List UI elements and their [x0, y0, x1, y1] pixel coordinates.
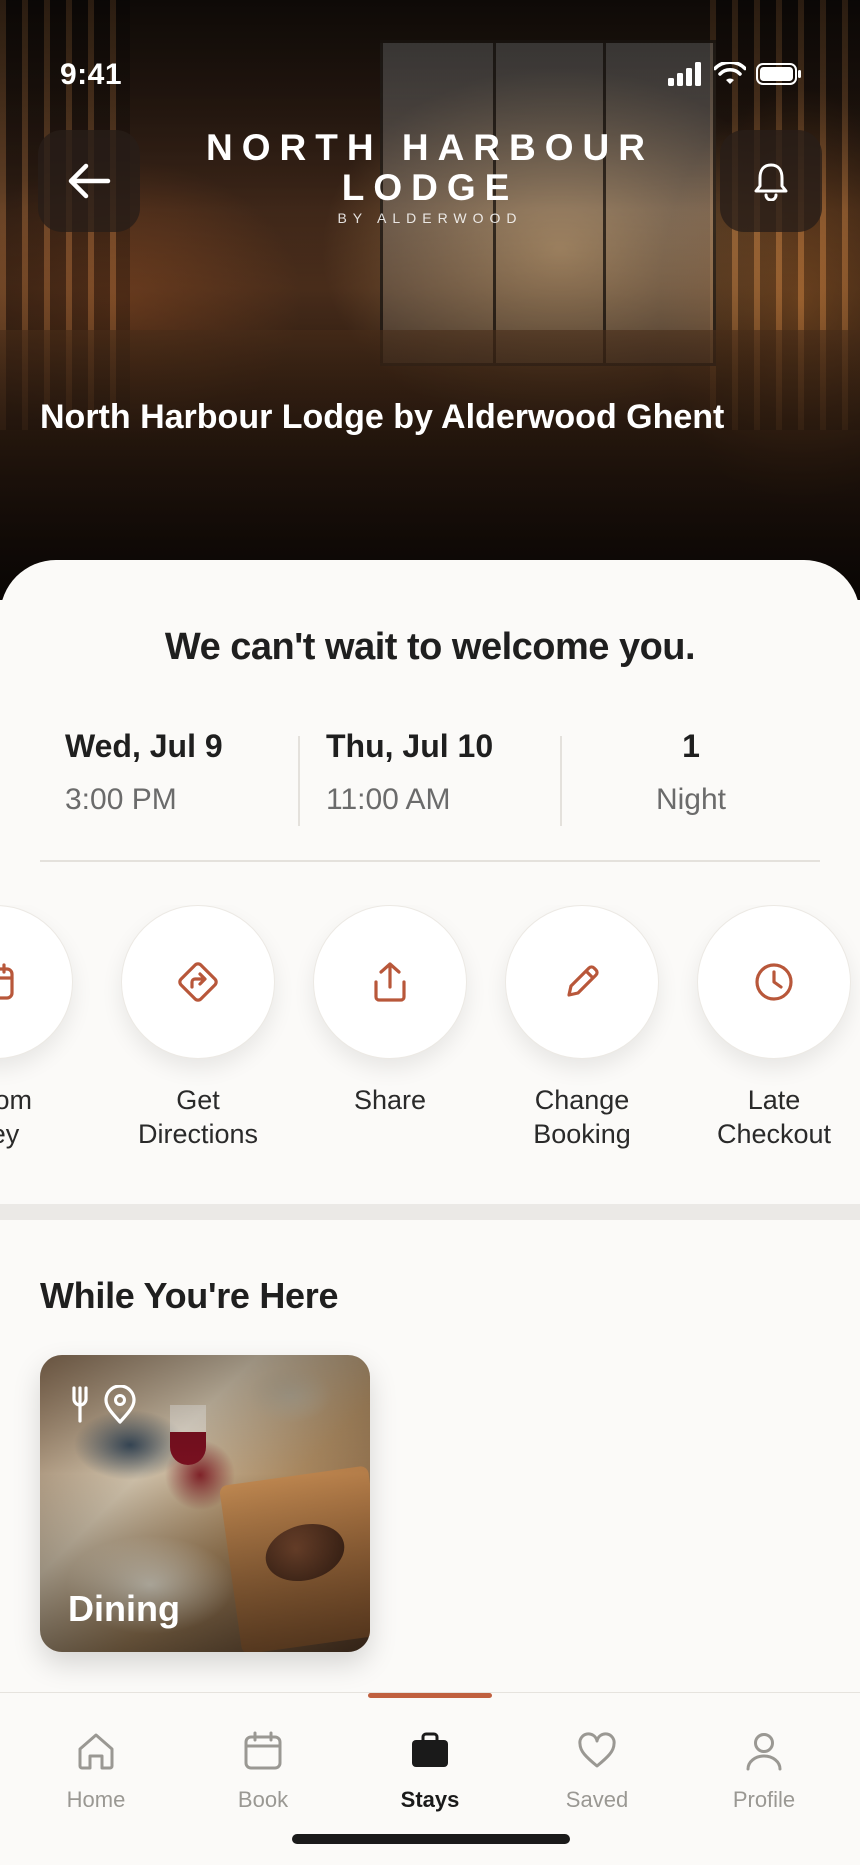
- action-bubble: [697, 905, 851, 1059]
- late-checkout-button[interactable]: Late Checkout: [696, 905, 852, 1151]
- tab-label: Book: [237, 1787, 289, 1812]
- card-label: Dining: [68, 1588, 180, 1629]
- briefcase-icon: [412, 1732, 448, 1767]
- status-bar: 9:41: [0, 50, 860, 100]
- active-tab-indicator: [368, 1693, 492, 1698]
- section-separator: [0, 1204, 860, 1220]
- check-in-time: 3:00 PM: [65, 783, 177, 816]
- action-label: Change Booking: [533, 1085, 631, 1149]
- dining-location-icon: [72, 1385, 136, 1424]
- status-time: 9:41: [60, 58, 123, 91]
- action-label: Late Checkout: [716, 1085, 832, 1149]
- hotel-title: North Harbour Lodge by Alderwood Ghent: [40, 398, 725, 436]
- check-in-date: Wed, Jul 9: [65, 728, 223, 764]
- tab-book[interactable]: Book: [193, 1729, 333, 1813]
- change-booking-button[interactable]: Change Booking: [504, 905, 660, 1151]
- quick-actions[interactable]: Room Key Get Directions Share Change Boo…: [0, 905, 860, 1165]
- brand-name-line1: NORTH HARBOUR: [206, 127, 654, 168]
- nights: 1 Night: [562, 728, 820, 822]
- home-indicator: [292, 1834, 570, 1844]
- signal-icon: [668, 62, 701, 86]
- room-key-button[interactable]: Room Key: [0, 905, 74, 1151]
- tab-label: Saved: [565, 1787, 629, 1812]
- tab-home[interactable]: Home: [26, 1729, 166, 1813]
- welcome-heading: We can't wait to welcome you.: [164, 626, 696, 668]
- tab-profile[interactable]: Profile: [694, 1729, 834, 1813]
- divider: [298, 736, 300, 826]
- clock-icon: [755, 963, 793, 1001]
- tab-saved[interactable]: Saved: [527, 1729, 667, 1813]
- person-icon: [746, 1733, 782, 1771]
- calendar-icon: [0, 963, 14, 1000]
- brand-subtitle: BY ALDERWOOD: [337, 210, 523, 226]
- notifications-button[interactable]: [720, 130, 822, 232]
- action-bubble: [121, 905, 275, 1059]
- stay-dates: Wed, Jul 9 3:00 PM Thu, Jul 10 11:00 AM …: [40, 728, 820, 826]
- tab-label: Profile: [732, 1787, 796, 1812]
- back-button[interactable]: [38, 130, 140, 232]
- calendar-icon: [244, 1731, 282, 1770]
- brand-name-line2: LODGE: [341, 167, 519, 208]
- dining-card[interactable]: Dining: [40, 1355, 370, 1652]
- tab-stays[interactable]: Stays: [360, 1729, 500, 1813]
- nights-count: 1: [682, 728, 700, 764]
- pencil-icon: [567, 965, 599, 997]
- home-icon: [78, 1733, 114, 1770]
- battery-icon: [756, 63, 801, 85]
- action-bubble: [0, 905, 73, 1059]
- action-bubble: [505, 905, 659, 1059]
- tab-label: Home: [66, 1787, 126, 1812]
- divider: [40, 860, 820, 862]
- action-label: Get Directions: [137, 1085, 259, 1149]
- directions-icon: [178, 962, 218, 1002]
- arrow-left-icon: [68, 163, 111, 199]
- while-here-title: While You're Here: [40, 1275, 339, 1316]
- booking-sheet: We can't wait to welcome you. Wed, Jul 9…: [0, 560, 860, 1220]
- action-label: Share: [353, 1085, 427, 1115]
- tab-label: Stays: [400, 1787, 460, 1812]
- share-icon: [374, 962, 406, 1002]
- action-label: Room Key: [0, 1085, 33, 1149]
- brand-logo: NORTH HARBOUR LODGE BY ALDERWOOD: [200, 127, 660, 227]
- bell-icon: [754, 163, 788, 201]
- heart-icon: [578, 1732, 616, 1768]
- share-button[interactable]: Share: [312, 905, 468, 1117]
- wifi-icon: [714, 62, 746, 84]
- check-out-time: 11:00 AM: [326, 783, 451, 816]
- nights-label: Night: [655, 783, 727, 816]
- check-out-date: Thu, Jul 10: [326, 728, 494, 764]
- check-out: Thu, Jul 10 11:00 AM: [326, 728, 556, 822]
- action-bubble: [313, 905, 467, 1059]
- get-directions-button[interactable]: Get Directions: [120, 905, 276, 1151]
- check-in: Wed, Jul 9 3:00 PM: [65, 728, 295, 822]
